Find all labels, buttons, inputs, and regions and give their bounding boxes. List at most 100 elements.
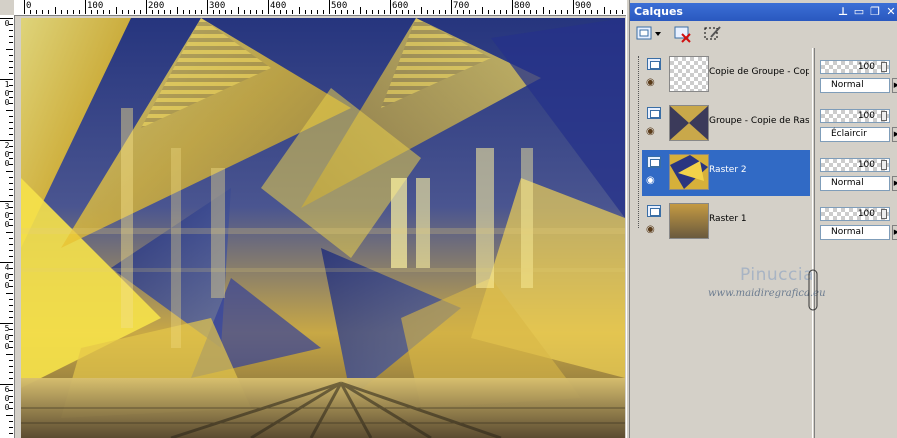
ruler-label: 100 (87, 1, 104, 11)
ruler-tick (9, 408, 13, 410)
ruler-tick (383, 10, 385, 14)
blend-dropdown-arrow-icon[interactable]: ▶ (892, 225, 897, 240)
ruler-tick (609, 10, 611, 14)
ruler-tick (6, 292, 13, 294)
ruler-tick (9, 182, 13, 184)
edit-selection-button[interactable] (702, 24, 724, 44)
layer-row[interactable]: ◉ Copie de Groupe - Copie de Raster 1 (642, 52, 810, 98)
blend-mode-select[interactable]: Normal (820, 225, 890, 240)
visibility-eye-icon[interactable]: ◉ (646, 78, 660, 88)
ruler-tick (237, 7, 239, 14)
ruler-tick (597, 10, 599, 14)
ruler-tick (560, 10, 562, 14)
ruler-tick (499, 10, 501, 14)
ruler-tick (194, 10, 196, 14)
canvas-area: 0 100 200 300 400 500 600 700 800 900 01002003004… (0, 0, 626, 438)
ruler-tick (512, 0, 513, 14)
ruler-tick (310, 10, 312, 14)
ruler-tick (207, 0, 208, 14)
ruler-label: 200 (148, 1, 165, 11)
ruler-tick (268, 0, 269, 14)
visibility-eye-icon[interactable]: ◉ (646, 176, 660, 186)
ruler-tick (377, 10, 379, 14)
blend-dropdown-arrow-icon[interactable]: ▶ (892, 78, 897, 93)
ruler-tick (505, 10, 507, 14)
opacity-knob[interactable] (881, 160, 887, 170)
ruler-tick (97, 10, 99, 14)
ruler-tick (451, 0, 452, 14)
ruler-tick (78, 10, 80, 14)
ruler-tick (115, 7, 117, 14)
layers-palette: Calques ⊥ ▭ ❐ ✕ ◉ Copie de Groupe - Cop … (630, 0, 897, 438)
maximize-icon[interactable]: ▭ (852, 5, 866, 19)
ruler-tick (231, 10, 233, 14)
opacity-slider[interactable]: 100 (820, 109, 890, 123)
ruler-tick (6, 353, 13, 355)
ruler-tick (359, 7, 361, 14)
ruler-tick (9, 347, 13, 349)
blend-mode-select[interactable]: Éclaircir (820, 127, 890, 142)
ruler-tick (72, 10, 74, 14)
ruler-tick (9, 365, 13, 367)
ruler-tick (103, 10, 105, 14)
mouse-cursor-icon (808, 269, 818, 311)
new-layer-button[interactable] (634, 24, 664, 44)
palette-column-separator[interactable] (812, 48, 815, 438)
vertical-ruler: 0100200300400500600 (0, 15, 15, 438)
ruler-tick (396, 10, 398, 14)
palette-toolbar (630, 21, 897, 48)
ruler-tick (9, 390, 13, 392)
ruler-tick (365, 10, 367, 14)
opacity-slider[interactable]: 100 (820, 158, 890, 172)
ruler-label: 600 (392, 1, 409, 11)
blend-dropdown-arrow-icon[interactable]: ▶ (892, 176, 897, 191)
visibility-eye-icon[interactable]: ◉ (646, 127, 660, 137)
visibility-eye-icon[interactable]: ◉ (646, 225, 660, 235)
blend-mode-select[interactable]: Normal (820, 176, 890, 191)
ruler-tick (585, 10, 587, 14)
ruler-tick (9, 207, 13, 209)
pin-icon[interactable]: ⊥ (836, 5, 850, 19)
ruler-tick (280, 10, 282, 14)
ruler-tick (9, 280, 13, 282)
ruler-tick (438, 10, 440, 14)
artwork-canvas[interactable] (21, 18, 625, 438)
ruler-tick (481, 7, 483, 14)
ruler-tick (9, 426, 13, 428)
ruler-tick (9, 152, 13, 154)
ruler-tick (176, 7, 178, 14)
ruler-tick (402, 10, 404, 14)
ruler-tick (579, 10, 581, 14)
restore-icon[interactable]: ❐ (868, 5, 882, 19)
ruler-tick (335, 10, 337, 14)
blend-mode-select[interactable]: Normal (820, 78, 890, 93)
ruler-tick (9, 103, 13, 105)
ruler-tick (66, 10, 68, 14)
delete-layer-button[interactable] (672, 24, 694, 44)
ruler-tick (9, 329, 13, 331)
opacity-knob[interactable] (881, 111, 887, 121)
ruler-tick (133, 10, 135, 14)
opacity-slider[interactable]: 100 (820, 60, 890, 74)
opacity-slider[interactable]: 100 (820, 207, 890, 221)
palette-title-bar[interactable]: Calques ⊥ ▭ ❐ ✕ (630, 3, 897, 21)
layer-props-row: 100 Éclaircir ▶ (818, 101, 897, 147)
ruler-tick (573, 0, 574, 14)
layer-row-selected[interactable]: ◉ Raster 2 (642, 150, 810, 196)
opacity-knob[interactable] (881, 62, 887, 72)
ruler-tick (548, 10, 550, 14)
ruler-tick (9, 274, 13, 276)
blend-dropdown-arrow-icon[interactable]: ▶ (892, 127, 897, 142)
ruler-tick (9, 66, 13, 68)
layer-row[interactable]: ◉ Raster 1 (642, 199, 810, 245)
artwork-image (21, 18, 625, 438)
layer-row[interactable]: ◉ Groupe - Copie de Raster 1 (642, 101, 810, 147)
ruler-tick (9, 121, 13, 123)
close-icon[interactable]: ✕ (884, 5, 897, 19)
ruler-tick (414, 10, 416, 14)
opacity-knob[interactable] (881, 209, 887, 219)
ruler-tick (9, 194, 13, 196)
ruler-tick (219, 10, 221, 14)
ruler-tick (9, 371, 13, 373)
ruler-tick (347, 10, 349, 14)
